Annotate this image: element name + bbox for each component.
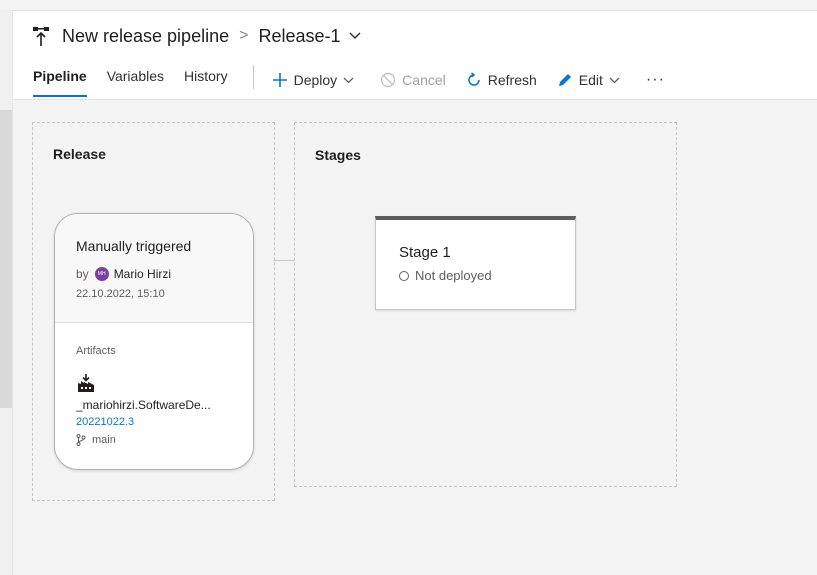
- branch-icon: [76, 434, 86, 446]
- refresh-button[interactable]: Refresh: [466, 69, 537, 91]
- refresh-icon: [468, 72, 480, 86]
- release-pipeline-icon: [30, 25, 52, 47]
- tab-history[interactable]: History: [184, 65, 228, 95]
- release-card[interactable]: Manually triggered by MH Mario Hirzi 22.…: [54, 213, 254, 470]
- stage-name: Stage 1: [399, 244, 451, 261]
- breadcrumb: New release pipeline > Release-1: [30, 23, 361, 49]
- refresh-label: Refresh: [487, 72, 537, 88]
- more-actions-button[interactable]: ···: [646, 69, 665, 91]
- release-created-by: by MH Mario Hirzi: [76, 267, 171, 281]
- pipeline-connector: [273, 260, 295, 261]
- tab-variables[interactable]: Variables: [107, 65, 164, 95]
- stage-status: Not deployed: [399, 268, 492, 283]
- artifacts-label: Artifacts: [76, 345, 116, 357]
- left-rail: [0, 10, 13, 575]
- not-deployed-icon: [399, 270, 409, 281]
- cancel-button[interactable]: Cancel: [380, 69, 446, 91]
- cancel-icon: [380, 72, 396, 88]
- release-name[interactable]: Release-1: [258, 26, 340, 47]
- toolbar-divider: [252, 65, 254, 89]
- cancel-label: Cancel: [402, 72, 446, 88]
- artifact-name[interactable]: _mariohirzi.SoftwareDe...: [76, 398, 241, 412]
- edit-button[interactable]: Edit: [557, 69, 626, 91]
- chevron-down-icon: [343, 77, 354, 83]
- stage-card[interactable]: Stage 1 Not deployed: [375, 216, 576, 310]
- artifact-branch: main: [76, 434, 116, 446]
- tab-pipeline[interactable]: Pipeline: [33, 65, 87, 97]
- chevron-down-icon[interactable]: [349, 32, 361, 40]
- release-trigger: Manually triggered: [76, 238, 192, 254]
- plus-icon: [272, 73, 287, 87]
- stages-panel-title: Stages: [315, 147, 361, 163]
- toolbar: Pipeline Variables History Deploy Cancel…: [33, 65, 685, 97]
- build-artifact-icon: [76, 373, 96, 393]
- edit-label: Edit: [578, 72, 603, 88]
- scrollbar-thumb[interactable]: [0, 110, 12, 408]
- user-name: Mario Hirzi: [113, 267, 172, 281]
- deploy-button[interactable]: Deploy: [272, 69, 361, 91]
- release-panel-title: Release: [53, 146, 106, 162]
- avatar: MH: [94, 267, 109, 281]
- top-strip: [0, 0, 817, 11]
- stage-status-label: Not deployed: [415, 268, 492, 283]
- artifact-version-link[interactable]: 20221022.3: [76, 416, 134, 428]
- deploy-label: Deploy: [293, 72, 338, 88]
- release-date: 22.10.2022, 15:10: [76, 288, 165, 300]
- branch-name: main: [92, 434, 116, 446]
- pencil-icon: [558, 74, 571, 86]
- by-label: by: [76, 267, 89, 281]
- pipeline-name-link[interactable]: New release pipeline: [62, 26, 229, 47]
- breadcrumb-separator: >: [239, 27, 249, 44]
- chevron-down-icon: [609, 77, 620, 83]
- page-header: New release pipeline > Release-1 Pipelin…: [13, 11, 817, 100]
